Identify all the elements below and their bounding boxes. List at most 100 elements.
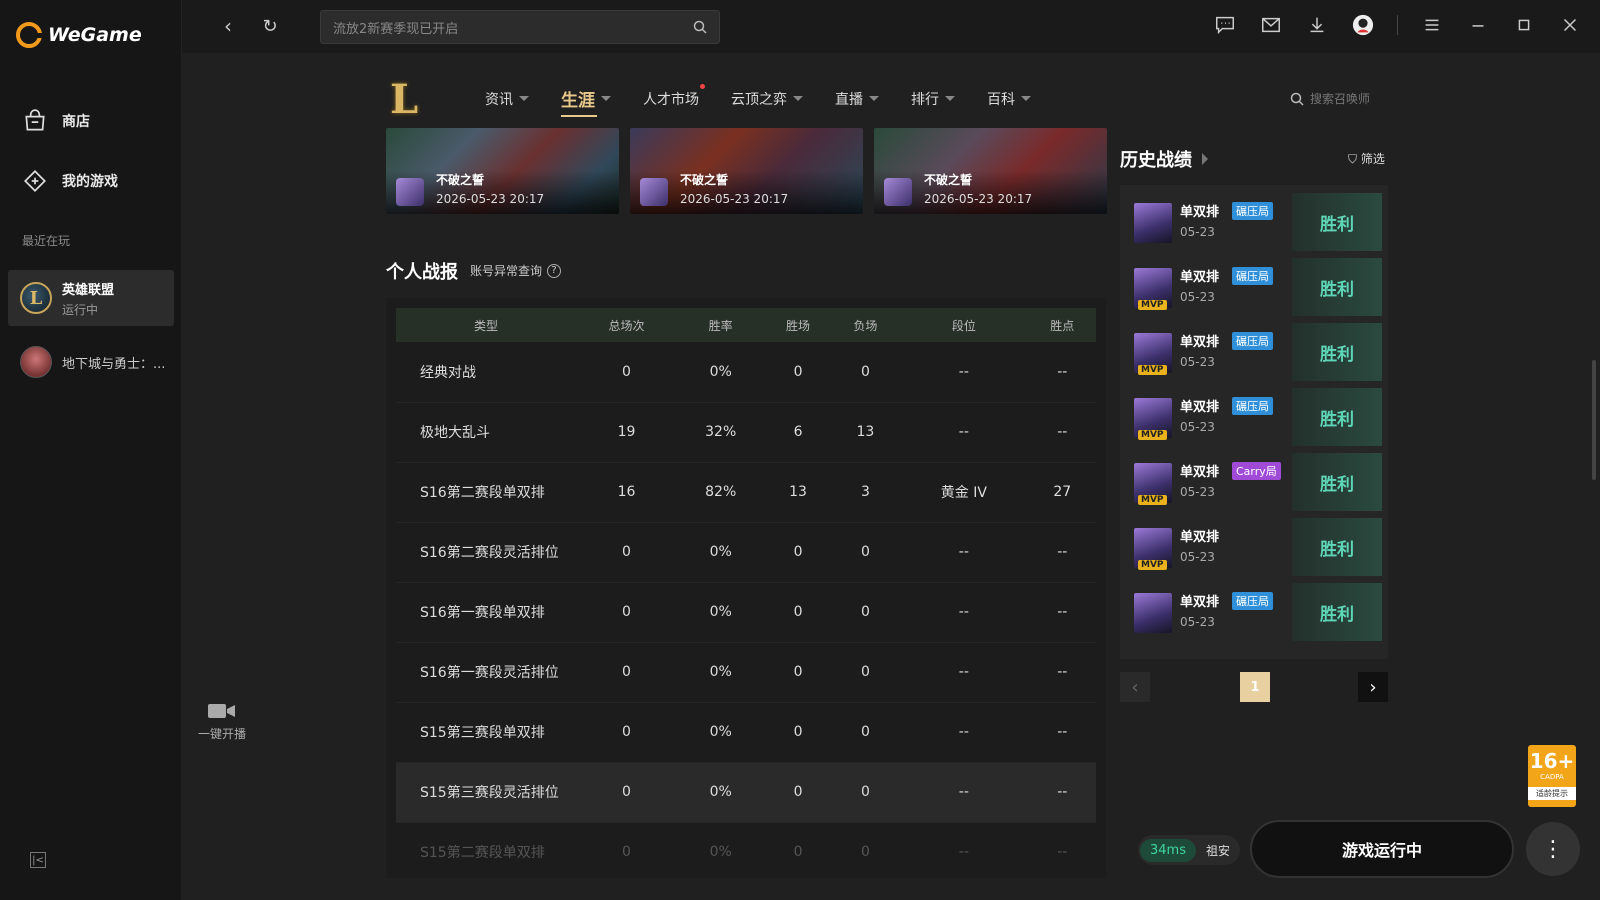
- table-row[interactable]: S15第三赛段单双排 0 0% 0 0 -- --: [396, 702, 1096, 763]
- age-rating-org: CADPA: [1540, 773, 1564, 781]
- table-row[interactable]: S16第二赛段灵活排位 0 0% 0 0 -- --: [396, 522, 1096, 583]
- tab-tft[interactable]: 云顶之弈: [731, 86, 803, 111]
- column-header: 胜点: [1028, 308, 1096, 342]
- table-cell: 极地大乱斗: [396, 402, 576, 463]
- sidebar-item-store[interactable]: 商店: [22, 108, 90, 134]
- table-cell: 6: [764, 402, 832, 463]
- chevron-down-icon: [945, 96, 955, 101]
- match-row[interactable]: MVP 单双排 碾压局 05-23 胜利: [1120, 317, 1388, 383]
- account-check-link[interactable]: 账号异常查询 ?: [470, 262, 562, 279]
- table-cell: --: [1028, 402, 1096, 463]
- table-row[interactable]: 经典对战 0 0% 0 0 -- --: [396, 342, 1096, 403]
- match-row[interactable]: MVP 单双排 碾压局 05-23 胜利: [1120, 252, 1388, 318]
- tab-ranking[interactable]: 排行: [911, 86, 955, 111]
- go-live-button[interactable]: 一键开播: [192, 700, 252, 742]
- table-row[interactable]: S16第一赛段灵活排位 0 0% 0 0 -- --: [396, 642, 1096, 703]
- page-number[interactable]: 1: [1240, 672, 1270, 702]
- match-row[interactable]: 单双排 碾压局 05-23 胜利: [1120, 187, 1388, 253]
- table-cell: 13: [831, 402, 900, 463]
- mail-icon: [1262, 17, 1280, 33]
- tab-live[interactable]: 直播: [835, 86, 879, 111]
- more-options-button[interactable]: ⋮: [1526, 822, 1580, 876]
- menu-button[interactable]: [1420, 13, 1444, 37]
- lol-logo-icon[interactable]: L: [390, 76, 428, 123]
- search-input[interactable]: 流放2新赛季现已开启: [320, 10, 720, 44]
- table-row[interactable]: S16第一赛段单双排 0 0% 0 0 -- --: [396, 582, 1096, 643]
- highlight-card[interactable]: 不破之誓 2026-05-23 20:17: [386, 128, 619, 214]
- column-header: 胜场: [764, 308, 832, 342]
- tab-label: 资讯: [485, 91, 513, 108]
- table-row[interactable]: S15第三赛段灵活排位 0 0% 0 0 -- --: [396, 762, 1096, 823]
- recent-game-dnf[interactable]: 地下城与勇士：...: [8, 334, 174, 390]
- close-button[interactable]: [1558, 13, 1582, 37]
- filter-button[interactable]: ⛉ 筛选: [1348, 150, 1385, 167]
- tab-career[interactable]: 生涯: [561, 86, 611, 117]
- table-cell: S16第二赛段单双排: [396, 462, 576, 523]
- back-button[interactable]: ‹: [216, 14, 240, 38]
- highlight-time: 2026-05-23 20:17: [436, 192, 545, 206]
- maximize-button[interactable]: [1512, 13, 1536, 37]
- table-row[interactable]: S16第二赛段单双排 16 82% 13 3 黄金 IV 27: [396, 462, 1096, 523]
- match-history-label: 历史战绩: [1120, 150, 1192, 171]
- minimize-button[interactable]: [1466, 13, 1490, 37]
- sidebar-item-my-games[interactable]: 我的游戏: [22, 168, 118, 194]
- wegame-logo-icon: [16, 22, 43, 48]
- column-header: 负场: [831, 308, 900, 342]
- champion-avatar: [1134, 203, 1172, 243]
- scrollbar[interactable]: [1592, 360, 1596, 480]
- tab-label: 生涯: [561, 91, 595, 111]
- table-cell: 0: [764, 522, 832, 583]
- match-row[interactable]: MVP 单双排 Carry局 05-23 胜利: [1120, 447, 1388, 513]
- match-row[interactable]: 单双排 碾压局 05-23 胜利: [1120, 577, 1388, 643]
- recent-game-lol[interactable]: L 英雄联盟 运行中: [8, 270, 174, 326]
- table-cell: 0: [831, 582, 900, 643]
- tab-talent-market[interactable]: 人才市场: [643, 84, 705, 111]
- ping-value: 34ms: [1140, 838, 1196, 862]
- match-tag: Carry局: [1232, 462, 1281, 480]
- table-cell: --: [899, 762, 1029, 823]
- table-cell: 0: [764, 582, 832, 643]
- match-history-title[interactable]: 历史战绩: [1120, 146, 1208, 172]
- chevron-left-icon: ‹: [224, 14, 232, 38]
- highlight-card[interactable]: 不破之誓 2026-05-23 20:17: [874, 128, 1107, 214]
- tab-news[interactable]: 资讯: [485, 86, 529, 111]
- table-row[interactable]: 极地大乱斗 19 32% 6 13 -- --: [396, 402, 1096, 463]
- highlight-time: 2026-05-23 20:17: [924, 192, 1033, 206]
- game-running-button[interactable]: 游戏运行中: [1250, 820, 1514, 878]
- stats-panel: 类型 总场次 胜率 胜场 负场 段位 胜点 经典对战 0 0% 0 0 -- -- 极地大乱斗…: [386, 298, 1106, 878]
- table-cell: --: [1028, 762, 1096, 823]
- network-status[interactable]: 34ms 祖安: [1138, 835, 1240, 865]
- prev-page-button[interactable]: ‹: [1120, 672, 1150, 702]
- table-row[interactable]: S15第二赛段单双排 0 0% 0 0 -- --: [396, 822, 1096, 878]
- table-cell: 82%: [677, 462, 765, 523]
- search-icon: [693, 20, 707, 34]
- menu-icon: [1425, 19, 1439, 31]
- tab-label: 排行: [911, 91, 939, 108]
- table-cell: 0: [764, 762, 832, 823]
- table-cell: 0: [831, 762, 900, 823]
- column-header: 类型: [396, 308, 576, 342]
- match-date: 05-23: [1180, 225, 1215, 239]
- table-cell: 0: [764, 642, 832, 703]
- recent-game-title: 英雄联盟: [62, 282, 115, 298]
- more-vertical-icon: ⋮: [1542, 836, 1564, 862]
- match-row[interactable]: MVP 单双排 05-23 胜利: [1120, 512, 1388, 578]
- tab-wiki[interactable]: 百科: [987, 86, 1031, 111]
- mvp-badge: MVP: [1138, 430, 1167, 440]
- wegame-logo[interactable]: WeGame: [16, 22, 142, 48]
- summoner-search[interactable]: 搜索召唤师: [1290, 90, 1370, 107]
- table-cell: --: [1028, 342, 1096, 403]
- match-row[interactable]: MVP 单双排 碾压局 05-23 胜利: [1120, 382, 1388, 448]
- refresh-button[interactable]: ↻: [258, 14, 282, 38]
- avatar-button[interactable]: [1351, 13, 1375, 37]
- match-result: 胜利: [1292, 258, 1382, 316]
- mail-button[interactable]: [1259, 13, 1283, 37]
- table-cell: --: [899, 822, 1029, 878]
- chat-button[interactable]: [1213, 13, 1237, 37]
- next-page-button[interactable]: ›: [1358, 672, 1388, 702]
- tab-label: 云顶之弈: [731, 91, 787, 108]
- download-button[interactable]: [1305, 13, 1329, 37]
- highlight-card[interactable]: 不破之誓 2026-05-23 20:17: [630, 128, 863, 214]
- collapse-sidebar-button[interactable]: |<: [30, 852, 46, 868]
- match-mode: 单双排: [1180, 205, 1220, 220]
